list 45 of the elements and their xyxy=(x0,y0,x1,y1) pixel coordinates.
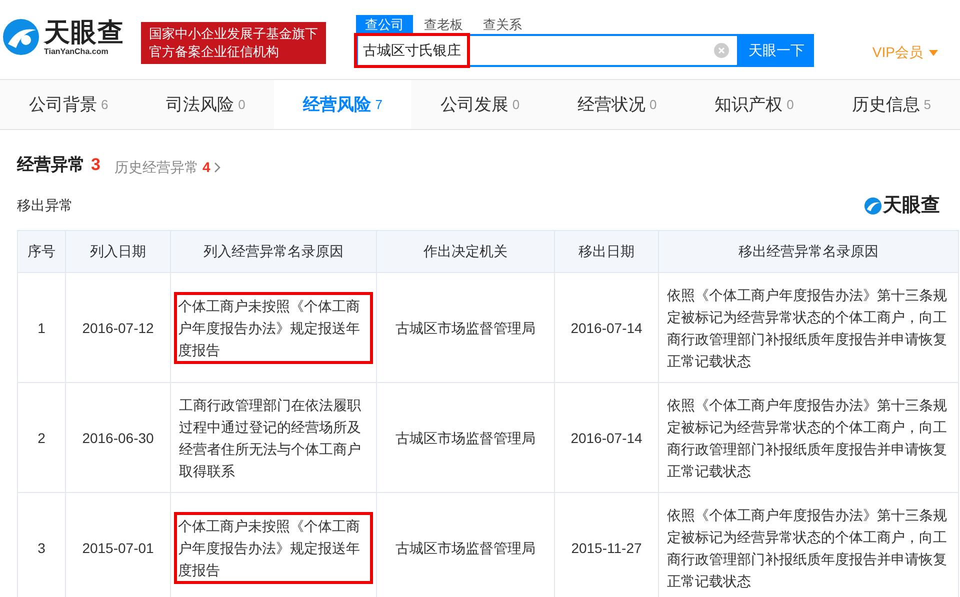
section-title: 经营异常 xyxy=(17,154,85,176)
logo-icon xyxy=(864,196,882,215)
nav-tab[interactable]: 公司发展 0 xyxy=(411,80,549,129)
table-cell: 个体工商户未按照《个体工商户年度报告办法》规定报送年度报告 xyxy=(177,514,370,580)
slogan-text: 官方备案企业征信机构 xyxy=(149,43,280,61)
nav-tab[interactable]: 知识产权 0 xyxy=(686,80,823,129)
table-cell: 1 xyxy=(18,272,66,382)
logo-icon xyxy=(2,18,40,56)
column-header: 序号 xyxy=(18,230,66,272)
column-header: 移出日期 xyxy=(554,230,658,272)
table-cell: 2016-07-14 xyxy=(554,382,658,492)
table-cell: 2 xyxy=(18,382,66,492)
nav-tab[interactable]: 经营风险 7 xyxy=(274,80,412,129)
nav-tab[interactable]: 司法风险 0 xyxy=(137,80,274,129)
table-cell: 古城区市场监督管理局 xyxy=(376,272,554,382)
table-cell: 依照《个体工商户年度报告办法》第十三条规定被标记为经营异常状态的个体工商户，向工商行政管理部门补报纸质年度报告并申请恢复正常记载状态 xyxy=(658,272,958,382)
nav-tab[interactable]: 历史信息 5 xyxy=(822,80,960,129)
caret-icon xyxy=(929,50,938,56)
chevron-right-icon[interactable] xyxy=(214,162,222,172)
slogan-text: 国家中小企业发展子基金旗下 xyxy=(149,25,318,43)
column-header: 移出经营异常名录原因 xyxy=(658,230,958,272)
column-header: 作出决定机关 xyxy=(376,230,554,272)
column-header: 列入经营异常名录原因 xyxy=(170,230,376,272)
search-field[interactable]: 古城区寸氏银庄 xyxy=(356,34,739,67)
table-cell: 3 xyxy=(18,492,66,597)
search-tab[interactable]: 查公司 xyxy=(356,15,413,34)
section-count: 3 xyxy=(91,154,100,176)
table-cell: 个体工商户未按照《个体工商户年度报告办法》规定报送年度报告 xyxy=(177,294,370,360)
table-cell: 2016-06-30 xyxy=(66,382,170,492)
table-cell: 古城区市场监督管理局 xyxy=(376,382,554,492)
column-header: 列入日期 xyxy=(66,230,170,272)
brand-text: 天眼查 xyxy=(883,194,940,218)
search-button[interactable]: 天眼一下 xyxy=(739,34,814,67)
nav-tab[interactable]: 经营状况 0 xyxy=(548,80,686,129)
subsection-title: 移出异常 xyxy=(17,196,73,216)
search-tab[interactable]: 查老板 xyxy=(415,15,472,34)
logo-domain: TianYanCha.com xyxy=(44,48,110,56)
table-cell: 依照《个体工商户年度报告办法》第十三条规定被标记为经营异常状态的个体工商户，向工商行政管理部门补报纸质年度报告并申请恢复正常记载状态 xyxy=(658,382,958,492)
logo-text: 天眼查 xyxy=(44,18,124,44)
nav-tab[interactable]: 公司背景 6 xyxy=(0,80,138,129)
table-cell: 工商行政管理部门在依法履职过程中通过登记的经营场所及经营者住所无法与个体工商户取得联系 xyxy=(170,382,376,492)
search-tab[interactable]: 查关系 xyxy=(474,15,531,34)
history-link[interactable]: 历史经营异常 4 xyxy=(114,156,222,178)
table-cell: 2016-07-12 xyxy=(66,272,170,382)
table-cell: 2016-07-14 xyxy=(554,272,658,382)
